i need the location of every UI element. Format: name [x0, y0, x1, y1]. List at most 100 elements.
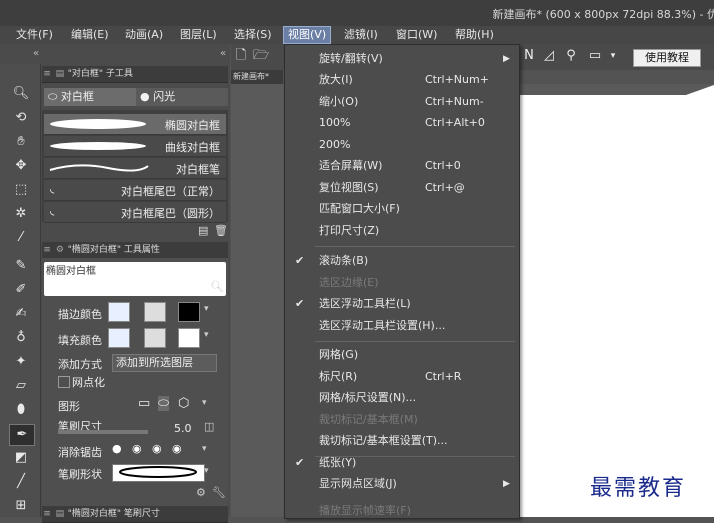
antialias-strong-icon[interactable]: ◉ — [172, 442, 182, 455]
collapse-right-icon[interactable]: « — [220, 48, 226, 59]
fill-sub-color[interactable] — [144, 328, 166, 348]
chevron-down-icon[interactable]: ▾ — [605, 48, 621, 64]
view-menu-item-100[interactable]: 100% Ctrl+Alt+0 — [285, 113, 519, 133]
rasterize-checkbox[interactable] — [58, 376, 70, 388]
hand-tool-icon[interactable]: ✋︎ — [9, 132, 33, 152]
grip-icon[interactable]: ≡ — [42, 242, 52, 258]
view-menu-item-200[interactable]: 200% — [285, 135, 519, 155]
menu-select[interactable]: 选择(S) — [230, 27, 276, 43]
view-menu-item-paper[interactable]: ✔ 纸张(Y) — [285, 453, 519, 473]
eyedropper-tool-icon[interactable]: ⁄ — [9, 228, 33, 248]
fill-main-color[interactable] — [108, 328, 130, 348]
airbrush-tool-icon[interactable]: ♁ — [9, 328, 33, 348]
antialias-weak-icon[interactable]: ◉ — [132, 442, 142, 455]
delete-icon[interactable]: 🗑︎ — [214, 224, 228, 237]
rectangle-shape-icon[interactable]: ▭ — [138, 396, 150, 411]
brush-size-slider[interactable] — [58, 430, 148, 434]
fill-tool-icon[interactable]: ⬮ — [9, 400, 33, 420]
decoration-tool-icon[interactable]: ✦ — [9, 352, 33, 372]
view-menu-item-zoom-in[interactable]: 放大(I) Ctrl+Num+ — [285, 70, 519, 90]
list-item[interactable]: 对白框笔 — [44, 158, 226, 179]
view-menu-item-grid-ruler-settings[interactable]: 网格/标尺设置(N)... — [285, 388, 519, 408]
antialias-none-icon[interactable]: ● — [112, 442, 122, 455]
chevron-down-icon[interactable]: ▾ — [204, 466, 209, 476]
menu-item-shortcut: Ctrl+Num+ — [425, 73, 489, 86]
menu-window[interactable]: 窗口(W) — [392, 27, 441, 43]
zoom-tool-icon[interactable]: 🔍︎ — [9, 84, 33, 104]
view-menu-item-fit-screen[interactable]: 适合屏幕(W) Ctrl+0 — [285, 156, 519, 176]
menu-layer[interactable]: 图层(L) — [176, 27, 221, 43]
display-icon[interactable]: ▭ — [587, 48, 603, 64]
list-item[interactable]: 曲线对白框 — [44, 136, 226, 157]
view-menu-item-ruler[interactable]: 标尺(R) Ctrl+R — [285, 367, 519, 387]
pressure-icon[interactable]: ◫ — [204, 420, 214, 433]
chevron-down-icon[interactable]: ▾ — [202, 398, 207, 408]
menu-animation[interactable]: 动画(A) — [121, 27, 167, 43]
magnify-icon[interactable]: 🔍︎ — [210, 280, 224, 293]
menu-file[interactable]: 文件(F) — [12, 27, 57, 43]
brush-tool-icon[interactable]: ✍︎ — [9, 304, 33, 324]
polyline-icon[interactable]: ◿ — [541, 48, 557, 64]
checkmark-icon: ✔ — [295, 297, 305, 310]
menu-edit[interactable]: 编辑(E) — [67, 27, 113, 43]
view-menu-item-tone-area[interactable]: 显示网点区域(J) ▶ — [285, 474, 519, 494]
selection-tool-icon[interactable]: ⬚ — [9, 180, 33, 200]
chevron-down-icon[interactable]: ▾ — [202, 444, 207, 454]
polygon-shape-icon[interactable]: ⬡ — [178, 396, 189, 411]
view-menu-item-selection-launcher-settings[interactable]: 选区浮动工具栏设置(H)... — [285, 316, 519, 336]
line-tool-icon[interactable]: ╱ — [9, 472, 33, 492]
line-icon[interactable]: N — [521, 48, 537, 64]
view-menu-item-selection-launcher[interactable]: ✔ 选区浮动工具栏(L) — [285, 294, 519, 314]
fill-user-color[interactable] — [178, 328, 200, 348]
view-menu-item-print-size[interactable]: 打印尺寸(Z) — [285, 221, 519, 241]
view-menu-item-match-window[interactable]: 匹配窗口大小(F) — [285, 199, 519, 219]
pen-tool-icon[interactable]: ✎ — [9, 256, 33, 276]
settings-gear-icon[interactable]: ⚙ — [196, 486, 206, 499]
tab-balloon[interactable]: ⬭ 对白框 — [44, 88, 136, 106]
pencil-tool-icon[interactable]: ✐ — [9, 280, 33, 300]
list-item[interactable]: ◟ 对白框尾巴（正常） — [44, 180, 226, 201]
open-folder-icon[interactable]: 🗁︎ — [253, 48, 269, 64]
brush-shape-select[interactable] — [112, 464, 205, 482]
grip-icon[interactable]: ≡ — [42, 506, 52, 522]
view-menu-item-reset-view[interactable]: 复位视图(S) Ctrl+@ — [285, 178, 519, 198]
new-file-icon[interactable]: 🗋︎ — [233, 48, 249, 64]
menu-view[interactable]: 视图(V) — [282, 26, 332, 44]
view-menu-item-scrollbar[interactable]: ✔ 滚动条(B) — [285, 251, 519, 271]
list-item[interactable]: 椭圆对白框 — [44, 114, 226, 135]
gradient-tool-icon[interactable]: ◩ — [9, 448, 33, 468]
stroke-sub-color[interactable] — [144, 302, 166, 322]
view-menu-item-rotate-flip[interactable]: 旋转/翻转(V) ▶ — [285, 49, 519, 69]
move-tool-icon[interactable]: ✥ — [9, 156, 33, 176]
magic-wand-tool-icon[interactable]: ✲ — [9, 204, 33, 224]
antialias-medium-icon[interactable]: ◉ — [152, 442, 162, 455]
new-subtool-icon[interactable]: ▤ — [198, 224, 208, 237]
ellipse-shape-icon[interactable]: ⬭ — [158, 396, 170, 411]
menu-help[interactable]: 帮助(H) — [451, 27, 498, 43]
view-menu-item-zoom-out[interactable]: 缩小(O) Ctrl+Num- — [285, 92, 519, 112]
collapse-left-icon[interactable]: « — [33, 48, 39, 59]
menu-filter[interactable]: 滤镜(I) — [340, 27, 382, 43]
frame-tool-icon[interactable]: ⊞ — [9, 496, 33, 516]
stroke-main-color[interactable] — [108, 302, 130, 322]
tutorial-button[interactable]: 使用教程 — [633, 49, 701, 67]
eraser-tool-icon[interactable]: ▱ — [9, 376, 33, 396]
grip-icon[interactable]: ≡ — [42, 66, 52, 82]
menu-item-label: 网格/标尺设置(N)... — [319, 391, 417, 404]
canvas-tab[interactable]: 新建画布* — [231, 70, 283, 84]
wrench-icon[interactable]: 🔧︎ — [212, 486, 226, 499]
curve-brush-preview-icon — [50, 142, 146, 150]
chevron-down-icon[interactable]: ▾ — [204, 330, 209, 340]
add-mode-select[interactable]: 添加到所选图层 — [112, 354, 217, 372]
tab-flash[interactable]: ● 闪光 — [136, 88, 228, 106]
rotate-tool-icon[interactable]: ⟲ — [9, 108, 33, 128]
pin-icon[interactable]: ⚲ — [563, 48, 579, 64]
chevron-down-icon[interactable]: ▾ — [204, 304, 209, 314]
submenu-arrow-icon: ▶ — [503, 54, 510, 64]
view-menu-item-grid[interactable]: 网格(G) — [285, 345, 519, 365]
stroke-user-color[interactable] — [178, 302, 200, 322]
balloon-tool-icon[interactable]: ✒︎ — [9, 424, 35, 446]
list-item[interactable]: ◟ 对白框尾巴（圆形） — [44, 202, 226, 223]
paper[interactable] — [517, 95, 714, 517]
view-menu-item-crop-marks-settings[interactable]: 裁切标记/基本框设置(T)... — [285, 431, 519, 451]
